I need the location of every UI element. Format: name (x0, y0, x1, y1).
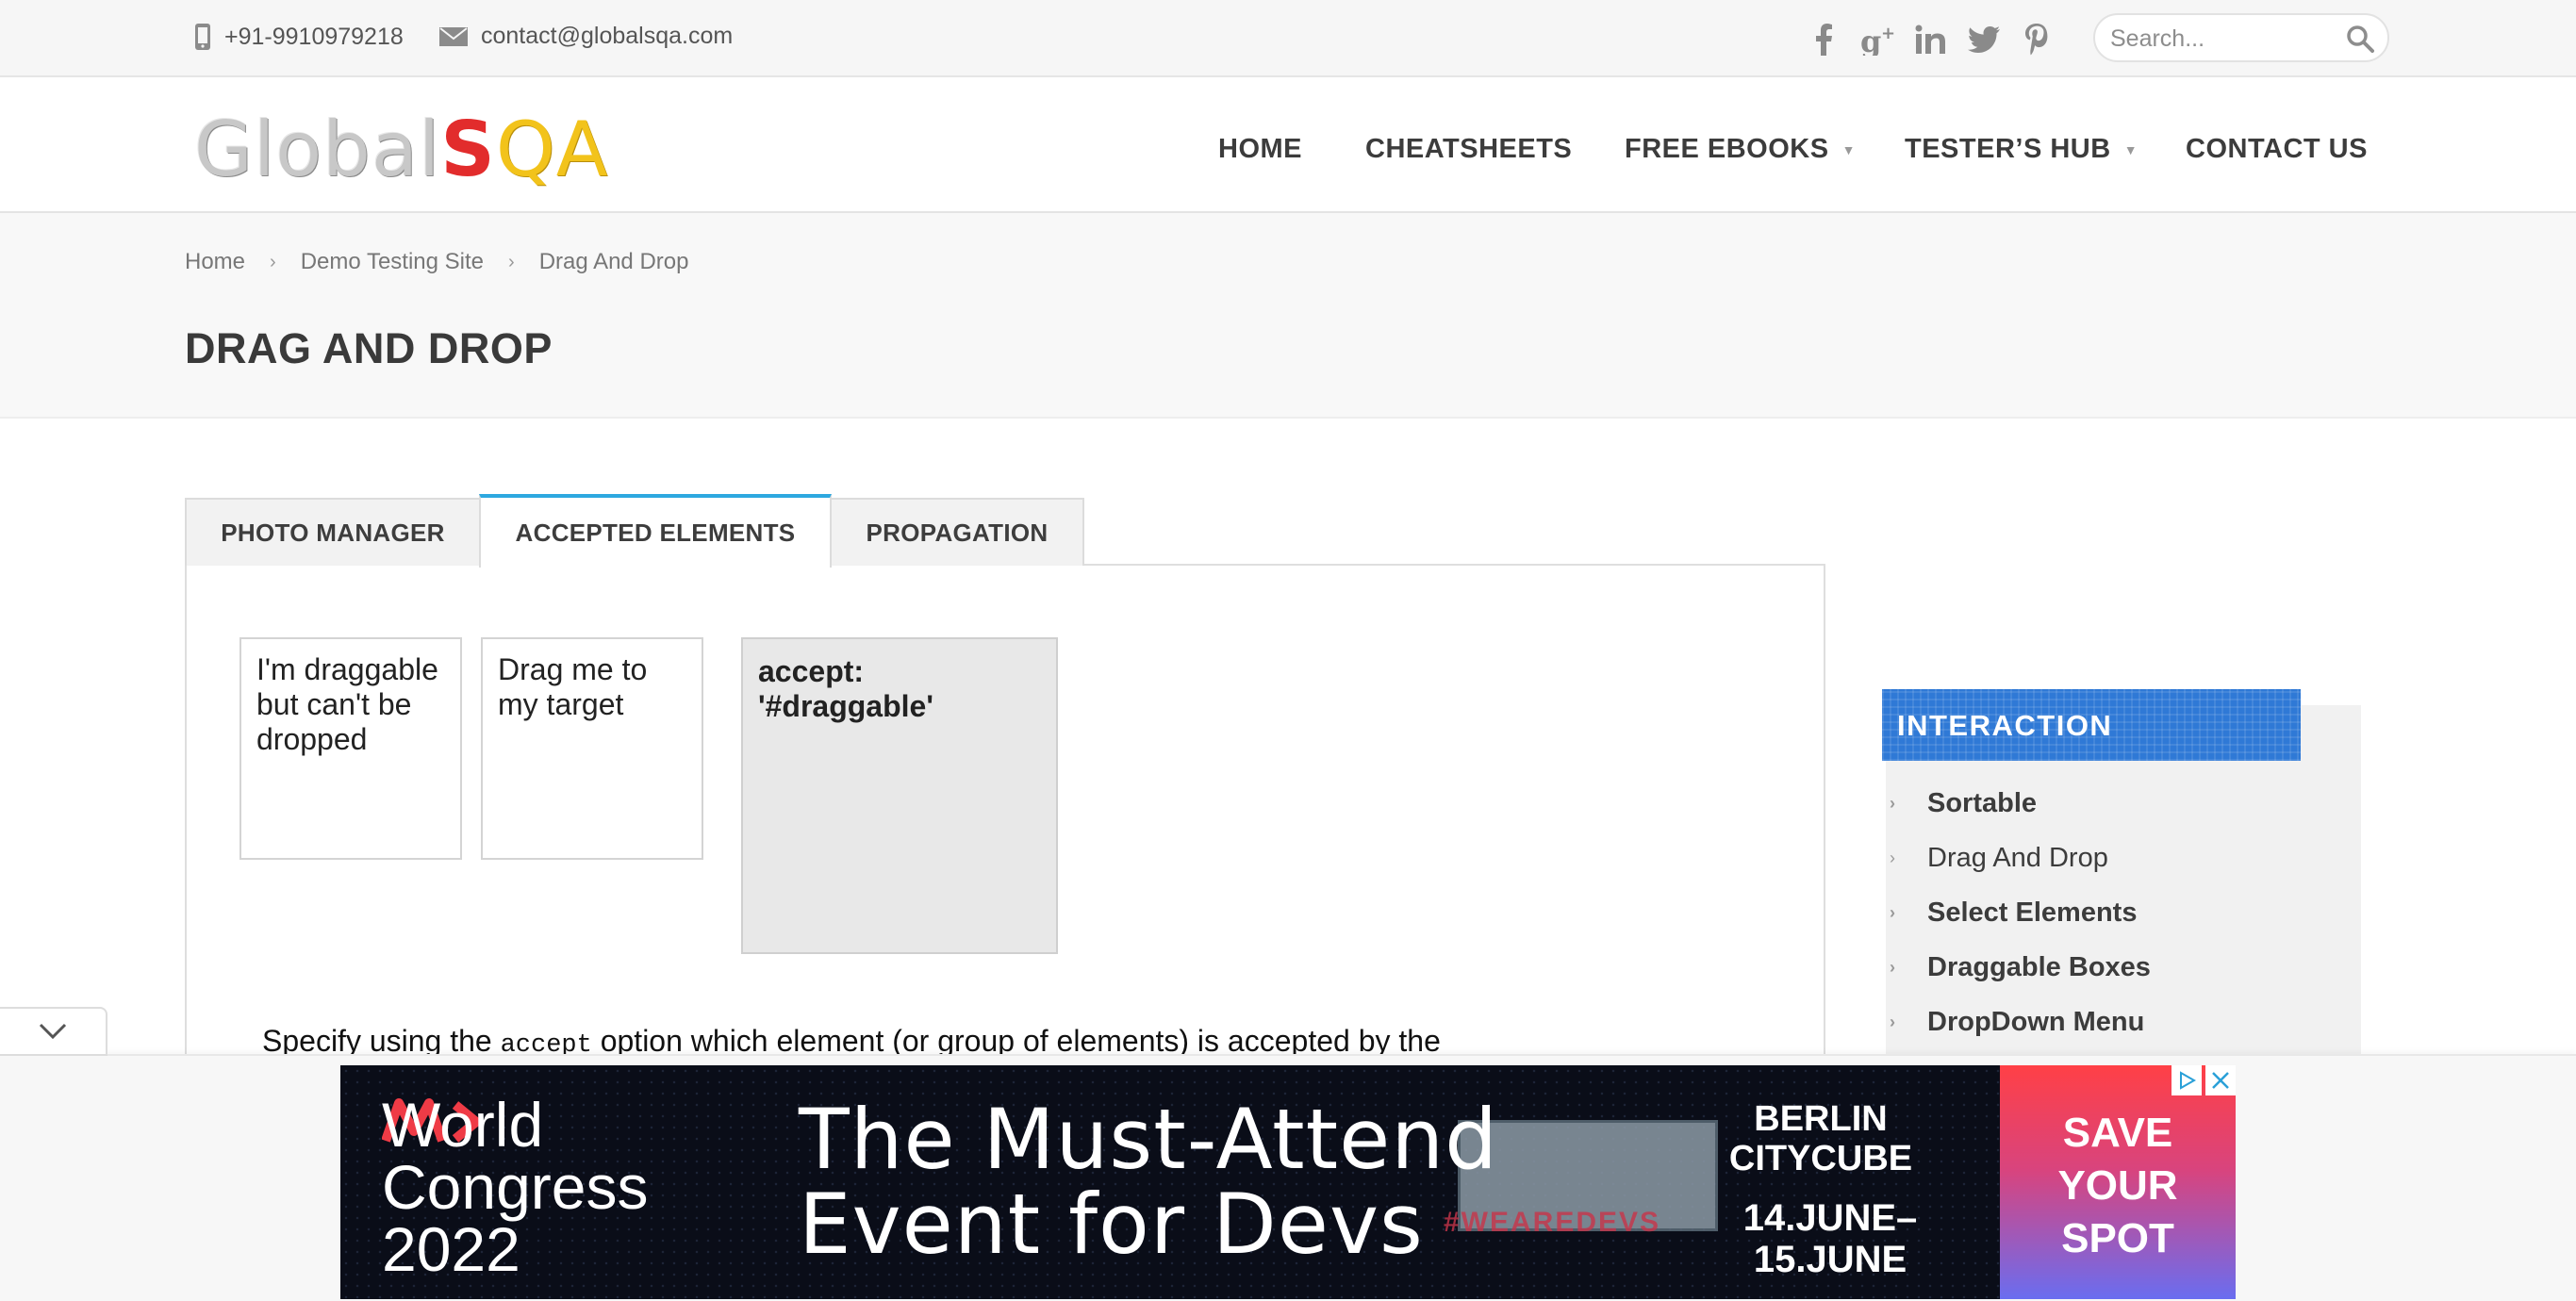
chevron-right-icon: › (270, 251, 276, 272)
ad-dates: 14.JUNE– 15.JUNE (1742, 1197, 1918, 1280)
linkedin-icon[interactable] (1912, 21, 1950, 58)
ad-cta[interactable]: SAVE YOUR SPOT (2000, 1107, 2236, 1265)
email-contact[interactable]: contact@globalsqa.com (439, 23, 733, 50)
sidebar-item-label: Select Elements (1927, 898, 2138, 928)
search-icon[interactable] (2346, 25, 2374, 53)
chevron-right-icon: › (1890, 903, 1895, 922)
draggable-box[interactable]: Drag me to my target (481, 637, 703, 860)
nav-home-label: HOME (1218, 134, 1302, 164)
pinterest-icon[interactable] (2018, 21, 2056, 58)
ad-headline: The Must-Attend Event for Devs (799, 1091, 1498, 1273)
close-icon[interactable] (2205, 1065, 2236, 1095)
nav-contact-us[interactable]: CONTACT US (2186, 134, 2368, 165)
ad-banner[interactable]: World Congress 2022 #WEAREDEVS The Must-… (340, 1065, 2236, 1299)
description-after: option which element (or group of elemen… (591, 1024, 1441, 1058)
facebook-icon[interactable] (1805, 21, 1842, 58)
non-valid-draggable[interactable]: I'm draggable but can't be dropped (239, 637, 462, 860)
sidebar-widget-title: INTERACTION (1897, 709, 2113, 742)
ad-info-icon[interactable] (2171, 1065, 2202, 1095)
nav-home[interactable]: HOME (1218, 134, 1302, 165)
sidebar-item-label: Drag And Drop (1927, 843, 2108, 873)
chevron-right-icon: › (1890, 794, 1895, 813)
collapse-ad-button[interactable] (0, 1007, 107, 1056)
logo-text-s: S (440, 106, 496, 193)
phone-icon (195, 24, 210, 50)
breadcrumb-home[interactable]: Home (185, 249, 245, 275)
page-title: DRAG AND DROP (185, 324, 553, 372)
phone-number: +91-9910979218 (224, 23, 404, 50)
breadcrumb-demo-testing-site[interactable]: Demo Testing Site (301, 249, 484, 275)
nav-testers-hub[interactable]: TESTER’S HUB ▼ (1905, 134, 2138, 165)
chevron-right-icon: › (508, 251, 515, 272)
sidebar-item-sortable[interactable]: › Sortable (1886, 788, 2037, 819)
sidebar-item-label: DropDown Menu (1927, 1007, 2145, 1037)
sidebar-item-drag-and-drop[interactable]: › Drag And Drop (1886, 843, 2108, 874)
ad-location: BERLIN CITYCUBE (1728, 1099, 1913, 1178)
tab-propagation[interactable]: PROPAGATION (830, 498, 1084, 566)
search-input[interactable] (2108, 23, 2338, 55)
sidebar-item-label: Sortable (1927, 788, 2038, 818)
nav-contact-us-label: CONTACT US (2186, 134, 2368, 164)
chevron-down-icon (39, 1023, 67, 1040)
nav-free-ebooks-label: FREE EBOOKS (1625, 134, 1829, 164)
tab-accepted-elements[interactable]: ACCEPTED ELEMENTS (479, 494, 832, 568)
ad-brand: World Congress 2022 (382, 1090, 649, 1284)
caret-down-icon: ▼ (1841, 141, 1856, 157)
breadcrumb: Home › Demo Testing Site › Drag And Drop (185, 249, 688, 275)
ad-brand-text: World Congress 2022 (382, 1094, 648, 1280)
svg-text:g: g (1860, 24, 1881, 56)
description-before: Specify using the (262, 1024, 501, 1058)
google-plus-icon[interactable]: g + (1859, 21, 1897, 58)
sidebar-item-draggable-boxes[interactable]: › Draggable Boxes (1886, 952, 2151, 983)
sidebar-item-dropdown-menu[interactable]: › DropDown Menu (1886, 1007, 2144, 1038)
breadcrumb-current: Drag And Drop (538, 249, 689, 274)
email-address[interactable]: contact@globalsqa.com (481, 23, 733, 50)
tab-photo-manager[interactable]: PHOTO MANAGER (185, 498, 481, 566)
logo-text-qa: QA (495, 106, 609, 193)
tab-propagation-label: PROPAGATION (866, 518, 1049, 547)
tab-accepted-elements-label: ACCEPTED ELEMENTS (515, 518, 796, 547)
nav-cheatsheets-label: CHEATSHEETS (1365, 134, 1573, 164)
svg-text:+: + (1881, 24, 1895, 43)
nav-cheatsheets[interactable]: CHEATSHEETS (1365, 134, 1572, 165)
nav-free-ebooks[interactable]: FREE EBOOKS ▼ (1625, 134, 1856, 165)
droppable-target[interactable]: accept: '#draggable' (741, 637, 1058, 954)
sidebar-item-select-elements[interactable]: › Select Elements (1886, 898, 2137, 929)
search-box (2093, 13, 2389, 62)
page-title-band (0, 213, 2576, 419)
chevron-right-icon: › (1890, 1013, 1895, 1031)
nav-testers-hub-label: TESTER’S HUB (1905, 134, 2111, 164)
twitter-icon[interactable] (1965, 21, 2003, 58)
mail-icon (439, 26, 468, 46)
chevron-right-icon: › (1890, 958, 1895, 977)
phone-contact: +91-9910979218 (194, 23, 404, 51)
sidebar-item-label: Draggable Boxes (1927, 952, 2151, 982)
caret-down-icon: ▼ (2123, 141, 2138, 157)
tab-photo-manager-label: PHOTO MANAGER (221, 518, 445, 547)
globalsqa-logo[interactable]: Global S QA (194, 106, 609, 193)
logo-text-global: Global (194, 106, 441, 193)
chevron-right-icon: › (1890, 848, 1895, 867)
